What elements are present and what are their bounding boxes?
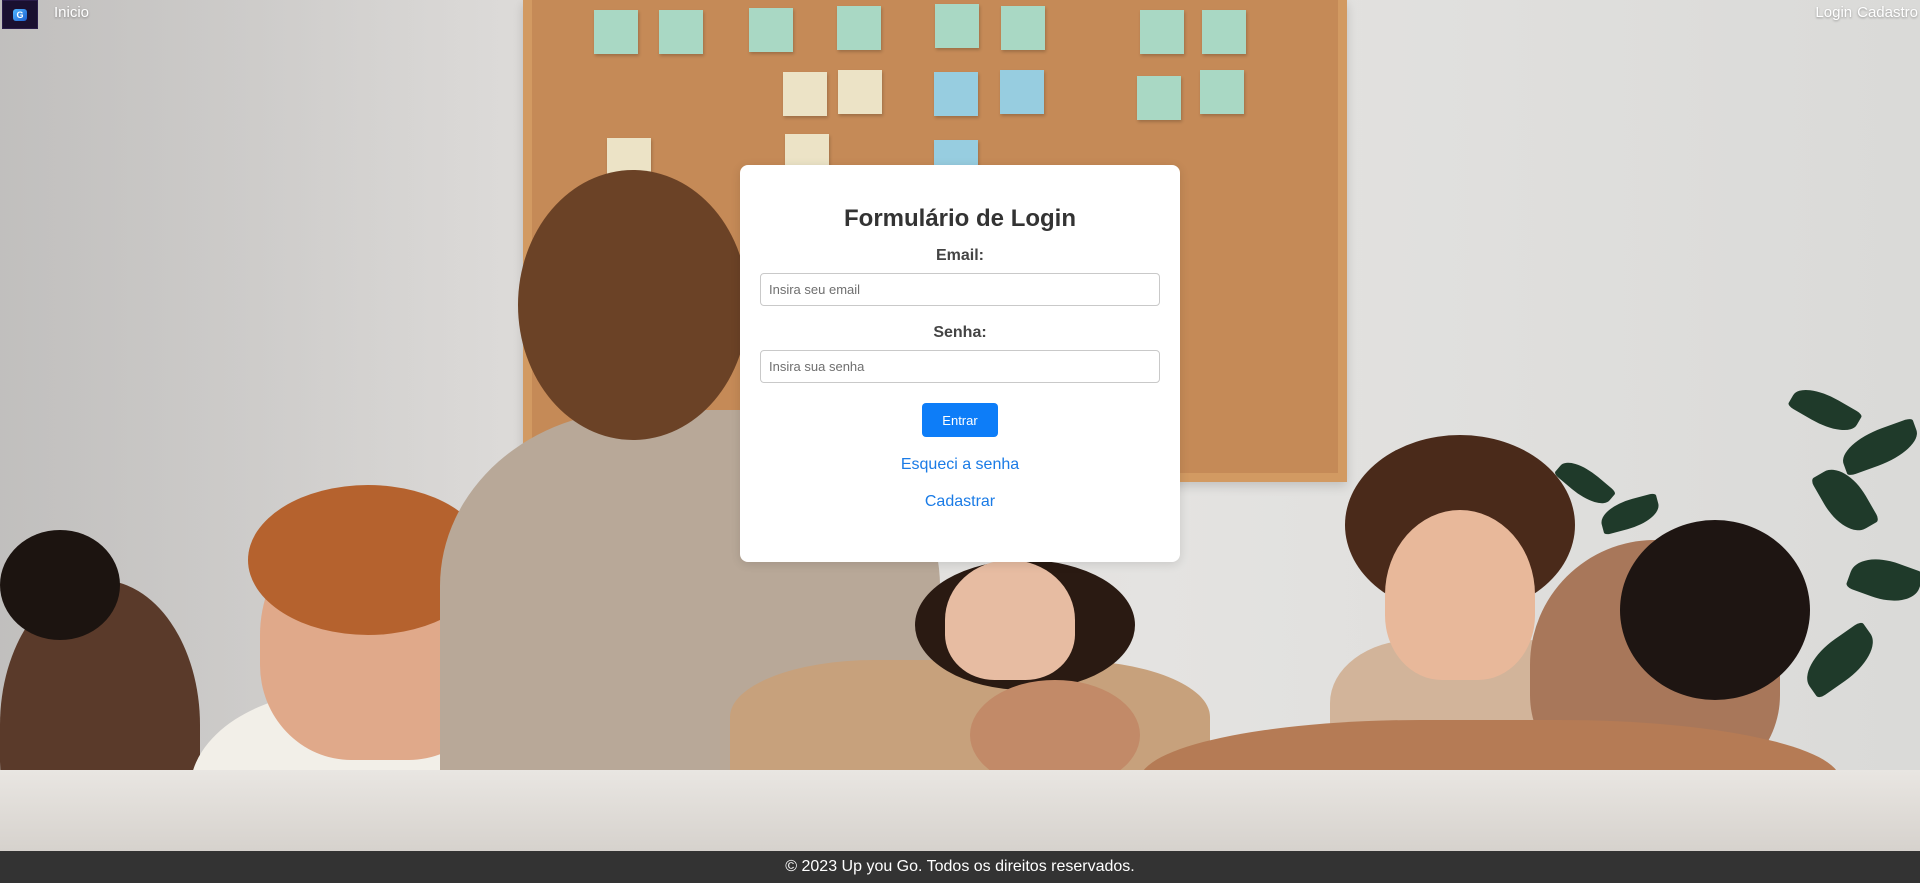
login-title: Formulário de Login [844, 205, 1076, 232]
sticky-note [934, 72, 978, 116]
nav-login-link[interactable]: Login [1815, 4, 1852, 21]
plant-leaf [1795, 620, 1885, 700]
plant-leaf [1845, 549, 1920, 611]
login-form: Formulário de Login Email: Senha: Entrar… [740, 165, 1180, 562]
table [0, 770, 1920, 851]
register-link[interactable]: Cadastrar [925, 493, 995, 511]
brand: G Inicio [0, 0, 89, 29]
sticky-note [1000, 70, 1044, 114]
sticky-note [1137, 76, 1181, 120]
nav-register-link[interactable]: Cadastro [1857, 4, 1918, 21]
nav-right: Login Cadastro [1815, 4, 1918, 21]
sticky-note [783, 72, 827, 116]
password-input[interactable] [760, 350, 1160, 383]
plant-leaf [1787, 379, 1863, 441]
email-label: Email: [935, 247, 984, 264]
person-center-face [945, 560, 1075, 680]
email-input[interactable] [760, 273, 1160, 306]
person-curly-hair [518, 170, 748, 440]
footer: © 2023 Up you Go. Todos os direitos rese… [0, 851, 1920, 883]
enter-button[interactable]: Entrar [922, 403, 998, 437]
sticky-note [1200, 70, 1244, 114]
logo-icon: G [13, 8, 27, 21]
person-left-hair [0, 530, 120, 640]
sticky-note [838, 70, 882, 114]
logo[interactable]: G [2, 0, 38, 29]
nav-home-link[interactable]: Inicio [54, 4, 89, 21]
top-nav: G Inicio Login Cadastro [0, 0, 1920, 30]
footer-copyright: © 2023 Up you Go. Todos os direitos rese… [785, 858, 1135, 875]
password-label: Senha: [933, 324, 987, 341]
forgot-password-link[interactable]: Esqueci a senha [901, 456, 1019, 474]
person-right-hair [1620, 520, 1810, 700]
person-glasses-face [1385, 510, 1535, 680]
plant-leaf [1810, 459, 1880, 541]
